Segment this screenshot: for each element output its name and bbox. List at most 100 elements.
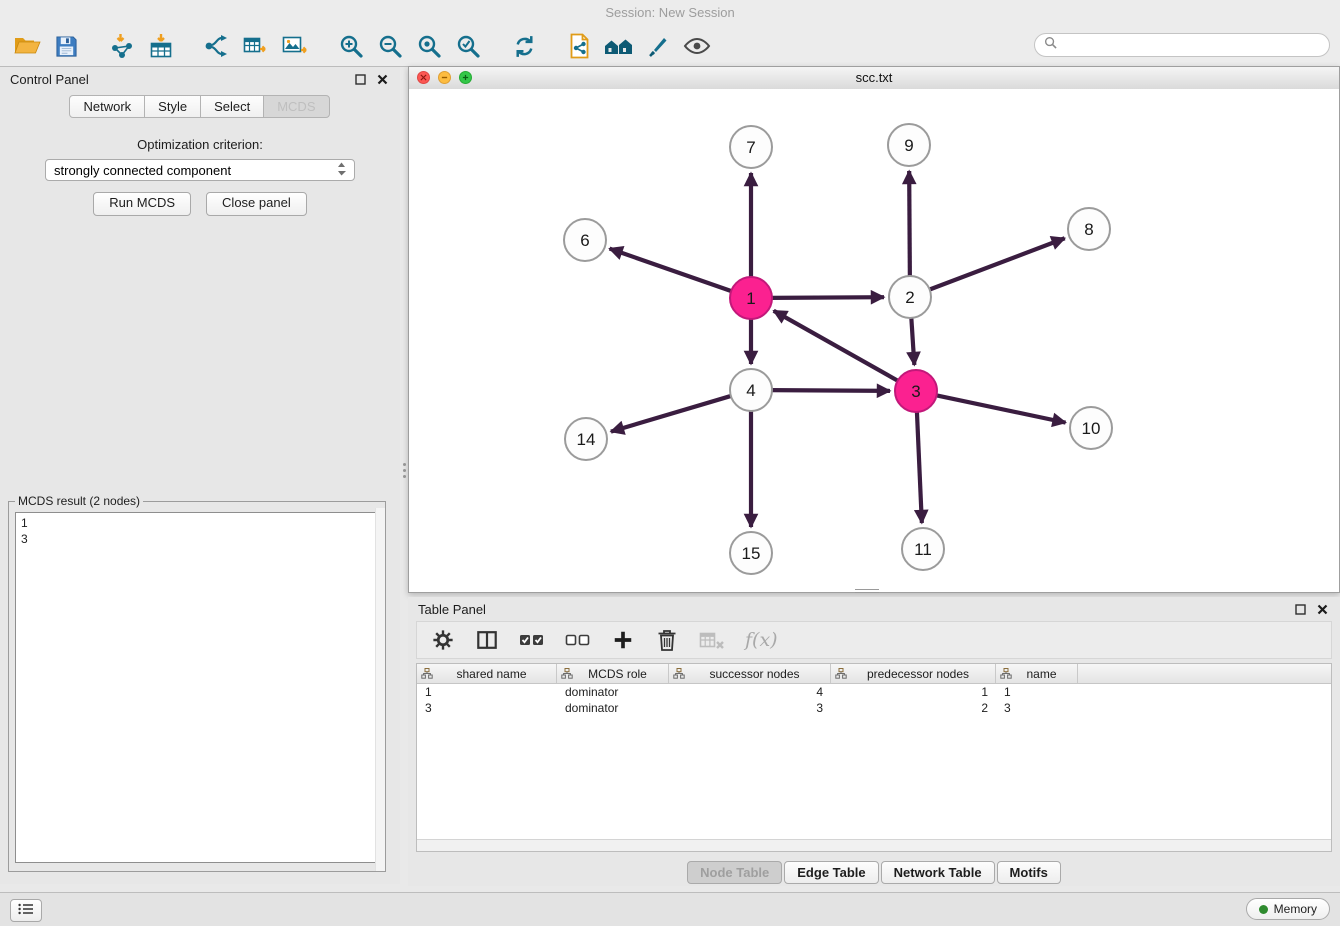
edge-2-9[interactable]	[909, 171, 910, 277]
vertical-splitter-handle[interactable]	[401, 455, 407, 485]
node-15[interactable]: 15	[730, 532, 772, 574]
table-panel-title: Table Panel	[418, 602, 486, 617]
import-table-icon[interactable]	[146, 31, 176, 61]
table-cell: 3	[417, 701, 557, 715]
zoom-selected-icon[interactable]	[453, 31, 483, 61]
edge-4-3[interactable]	[771, 390, 890, 391]
table-row[interactable]: 1dominator411	[417, 684, 1331, 700]
network-view-window: scc.txt 7 9 6 8 1 2 4 3 14 10 15 11	[408, 66, 1340, 593]
open-folder-icon[interactable]	[12, 31, 42, 61]
table-cell: 3	[669, 701, 831, 715]
column-header-name[interactable]: name	[996, 664, 1078, 683]
table-header-row: shared nameMCDS rolesuccessor nodesprede…	[417, 664, 1331, 684]
zoom-window-button[interactable]	[459, 71, 472, 84]
add-row-icon[interactable]	[611, 627, 635, 653]
close-panel-button[interactable]: Close panel	[206, 192, 307, 216]
criterion-dropdown[interactable]: strongly connected component	[45, 159, 355, 181]
close-window-button[interactable]	[417, 71, 430, 84]
result-scrollbar[interactable]	[375, 508, 385, 871]
import-network-icon[interactable]	[107, 31, 137, 61]
network-window-titlebar[interactable]: scc.txt	[409, 67, 1339, 90]
column-header-label: shared name	[417, 667, 556, 681]
tab-network-table[interactable]: Network Table	[881, 861, 995, 884]
close-panel-icon[interactable]	[377, 74, 388, 85]
edge-1-6[interactable]	[610, 249, 733, 292]
edge-3-10[interactable]	[936, 395, 1066, 422]
column-header-label: predecessor nodes	[831, 667, 995, 681]
tab-edge-table[interactable]: Edge Table	[784, 861, 878, 884]
tab-motifs[interactable]: Motifs	[997, 861, 1061, 884]
float-panel-icon[interactable]	[355, 74, 366, 85]
deselect-all-checks-icon[interactable]	[565, 627, 591, 653]
node-11[interactable]: 11	[902, 528, 944, 570]
column-header-shared-name[interactable]: shared name	[417, 664, 557, 683]
network-canvas[interactable]: 7 9 6 8 1 2 4 3 14 10 15 11	[409, 89, 1339, 592]
edge-3-1[interactable]	[774, 311, 899, 381]
zoom-fit-icon[interactable]	[414, 31, 444, 61]
column-header-MCDS-role[interactable]: MCDS role	[557, 664, 669, 683]
column-header-predecessor-nodes[interactable]: predecessor nodes	[831, 664, 996, 683]
memory-button[interactable]: Memory	[1246, 898, 1330, 920]
table-horizontal-scrollbar[interactable]	[417, 839, 1331, 851]
table-row[interactable]: 3dominator323	[417, 700, 1331, 716]
paint-style-icon[interactable]	[643, 31, 673, 61]
node-10[interactable]: 10	[1070, 407, 1112, 449]
float-table-panel-icon[interactable]	[1295, 604, 1306, 615]
document-share-icon[interactable]	[565, 31, 595, 61]
column-header-label: successor nodes	[669, 667, 830, 681]
edge-3-11[interactable]	[917, 411, 922, 523]
column-layout-icon[interactable]	[475, 627, 499, 653]
save-session-icon[interactable]	[51, 31, 81, 61]
node-8[interactable]: 8	[1068, 208, 1110, 250]
node-6[interactable]: 6	[564, 219, 606, 261]
nested-networks-icon[interactable]	[604, 31, 634, 61]
zoom-in-icon[interactable]	[336, 31, 366, 61]
node-4[interactable]: 4	[730, 369, 772, 411]
search-box[interactable]	[1034, 33, 1330, 57]
search-input[interactable]	[1063, 37, 1320, 54]
settings-gear-icon[interactable]	[431, 627, 455, 653]
horizontal-splitter-handle[interactable]	[855, 588, 879, 594]
close-table-panel-icon[interactable]	[1317, 604, 1328, 615]
export-image-icon[interactable]	[280, 31, 310, 61]
network-share-icon[interactable]	[202, 31, 232, 61]
run-mcds-button[interactable]: Run MCDS	[93, 192, 191, 216]
column-header-successor-nodes[interactable]: successor nodes	[669, 664, 831, 683]
table-tabs: Node TableEdge TableNetwork TableMotifs	[408, 861, 1340, 884]
node-9[interactable]: 9	[888, 124, 930, 166]
table-toolbar-icons: f(x)	[416, 621, 1332, 659]
list-icon	[18, 902, 34, 920]
export-table-icon[interactable]	[241, 31, 271, 61]
tab-network[interactable]: Network	[69, 95, 145, 118]
edge-1-2[interactable]	[771, 297, 884, 298]
network-graph[interactable]: 7 9 6 8 1 2 4 3 14 10 15 11	[409, 89, 1339, 592]
tab-style[interactable]: Style	[144, 95, 201, 118]
memory-label: Memory	[1274, 902, 1317, 916]
node-2[interactable]: 2	[889, 276, 931, 318]
column-header-filler	[1078, 664, 1331, 683]
edge-2-3[interactable]	[911, 317, 914, 365]
svg-text:11: 11	[914, 540, 932, 559]
window-title: Session: New Session	[605, 5, 734, 20]
tab-mcds[interactable]: MCDS	[263, 95, 329, 118]
node-3[interactable]: 3	[895, 370, 937, 412]
table-cell: 4	[669, 685, 831, 699]
zoom-out-icon[interactable]	[375, 31, 405, 61]
svg-text:14: 14	[577, 430, 596, 449]
tab-node-table[interactable]: Node Table	[687, 861, 782, 884]
edge-2-8[interactable]	[929, 238, 1065, 290]
task-history-button[interactable]	[10, 899, 42, 922]
delete-row-icon[interactable]	[655, 627, 679, 653]
control-panel-tabs: NetworkStyleSelectMCDS	[0, 95, 400, 118]
eye-icon[interactable]	[682, 31, 712, 61]
table-body: 1dominator4113dominator323	[417, 684, 1331, 716]
refresh-icon[interactable]	[509, 31, 539, 61]
select-all-checks-icon[interactable]	[519, 627, 545, 653]
node-1[interactable]: 1	[730, 277, 772, 319]
minimize-window-button[interactable]	[438, 71, 451, 84]
node-7[interactable]: 7	[730, 126, 772, 168]
node-14[interactable]: 14	[565, 418, 607, 460]
column-type-icon	[835, 668, 847, 682]
edge-4-14[interactable]	[611, 396, 732, 432]
tab-select[interactable]: Select	[200, 95, 264, 118]
